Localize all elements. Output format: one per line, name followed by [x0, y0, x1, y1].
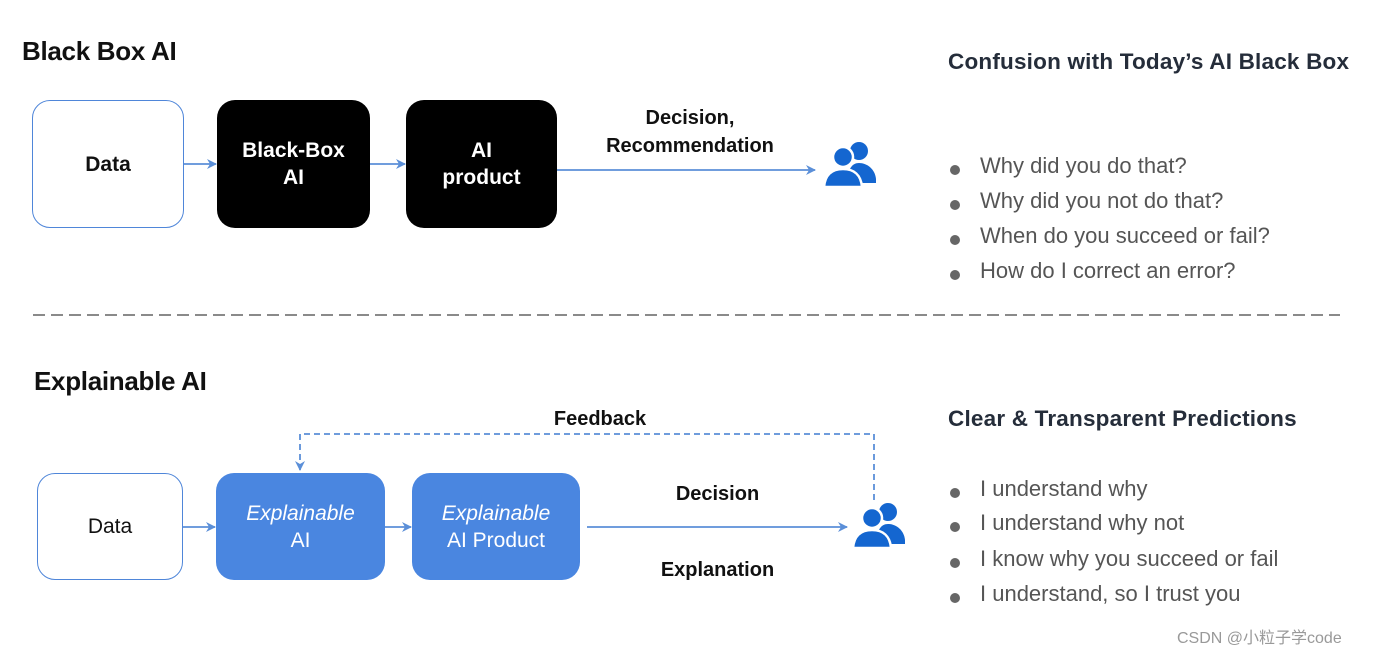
- transparent-panel-title: Clear & Transparent Predictions: [948, 406, 1297, 431]
- decision-recommendation-label: Decision, Recommendation: [585, 104, 795, 160]
- data-box-top: Data: [32, 100, 184, 228]
- explainable-ai-product-label-line1: Explainable: [441, 501, 551, 525]
- confusion-bullet: Why did you do that?: [948, 153, 1270, 188]
- explainable-ai-label-line2: AI: [290, 528, 311, 552]
- confusion-panel-title: Confusion with Today’s AI Black Box: [948, 49, 1350, 74]
- ai-product-box: AI product: [406, 100, 557, 228]
- transparent-bullet: I know why you succeed or fail: [948, 546, 1278, 581]
- feedback-label: Feedback: [553, 408, 647, 430]
- users-icon: [822, 142, 876, 189]
- confusion-bullet: Why did you not do that?: [948, 188, 1270, 223]
- data-box-bottom-label: Data: [87, 515, 133, 538]
- explainable-ai-title: Explainable AI: [34, 366, 207, 396]
- black-box-ai-title: Black Box AI: [22, 36, 177, 66]
- black-box-ai-box: Black-Box AI: [217, 100, 370, 228]
- explainable-ai-product-label-line2: AI Product: [446, 528, 546, 552]
- decision-label: Decision: [675, 483, 760, 505]
- users-icon: [851, 503, 905, 550]
- transparent-bullet: I understand why: [948, 476, 1278, 510]
- watermark-text: CSDN @小粒子学code: [1177, 630, 1342, 647]
- transparent-bullet: I understand why not: [948, 510, 1278, 546]
- confusion-bullet: How do I correct an error?: [948, 258, 1270, 293]
- transparent-bullet: I understand, so I trust you: [948, 581, 1278, 615]
- data-box-bottom: Data: [37, 473, 183, 580]
- explainable-ai-label-line1: Explainable: [246, 501, 355, 525]
- data-box-label: Data: [85, 152, 131, 176]
- confusion-bullet-list: Why did you do that? Why did you not do …: [948, 153, 1270, 293]
- confusion-bullet: When do you succeed or fail?: [948, 223, 1270, 258]
- explainable-ai-box: Explainable AI: [216, 473, 385, 580]
- decision-label-line2: Recommendation: [606, 135, 774, 157]
- ai-product-label-line1: AI: [471, 139, 492, 162]
- decision-label-line1: Decision,: [645, 107, 735, 129]
- explainable-ai-product-box: Explainable AI Product: [412, 473, 580, 580]
- black-box-ai-label-line1: Black-Box: [242, 139, 345, 162]
- transparent-bullet-list: I understand why I understand why not I …: [948, 476, 1278, 615]
- black-box-ai-label-line2: AI: [283, 166, 304, 189]
- explanation-label: Explanation: [660, 559, 775, 581]
- ai-product-label-line2: product: [442, 166, 521, 189]
